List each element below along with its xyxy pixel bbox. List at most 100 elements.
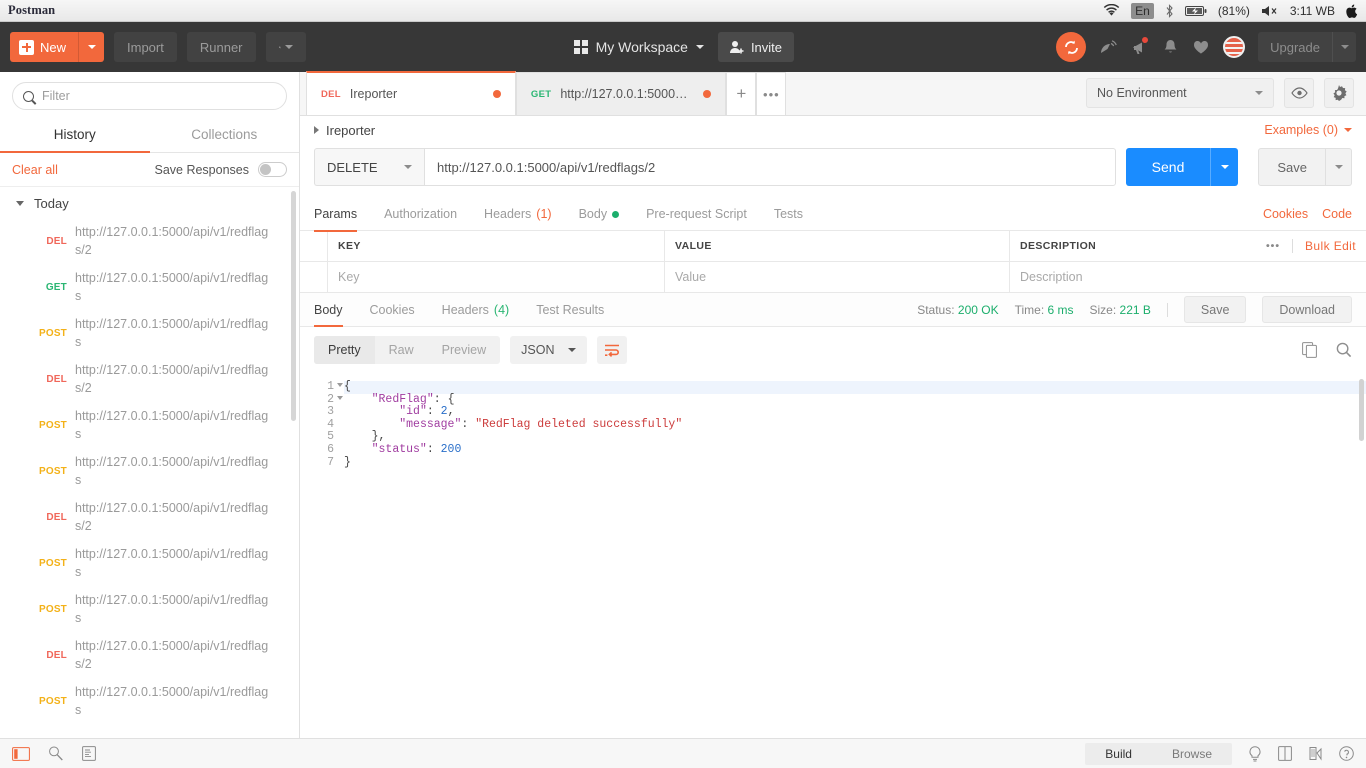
- apple-icon[interactable]: [1346, 4, 1358, 18]
- megaphone-icon[interactable]: [1130, 37, 1149, 57]
- param-description-input[interactable]: Description: [1010, 262, 1366, 292]
- help-icon[interactable]: [1339, 746, 1354, 761]
- sidebar-toggle-icon[interactable]: [12, 746, 30, 761]
- history-item[interactable]: DEL http://127.0.0.1:5000/api/v1/redflags…: [0, 356, 299, 402]
- response-format-select[interactable]: JSON: [510, 336, 588, 364]
- examples-dropdown[interactable]: Examples (0): [1264, 123, 1352, 137]
- response-tab-body[interactable]: Body: [314, 293, 343, 327]
- response-body-viewer[interactable]: 1234567 { "RedFlag": { "id": 2, "message…: [300, 373, 1366, 738]
- tab-collections[interactable]: Collections: [150, 118, 300, 152]
- wifi-icon[interactable]: [1103, 4, 1120, 17]
- url-input[interactable]: http://127.0.0.1:5000/api/v1/redflags/2: [424, 148, 1116, 186]
- bluetooth-icon[interactable]: [1165, 3, 1174, 18]
- import-button[interactable]: Import: [114, 32, 177, 62]
- params-more-options-icon[interactable]: •••: [1266, 240, 1280, 252]
- upgrade-dropdown-caret[interactable]: [1332, 32, 1356, 62]
- save-dropdown-caret[interactable]: [1326, 148, 1352, 186]
- keyboard-shortcut-icon[interactable]: [1308, 746, 1323, 761]
- save-responses-toggle[interactable]: [258, 162, 287, 177]
- two-pane-icon[interactable]: [1278, 746, 1292, 761]
- sync-icon[interactable]: [1056, 32, 1087, 62]
- workspace-selector[interactable]: My Workspace: [568, 32, 710, 62]
- environment-selector[interactable]: No Environment: [1086, 78, 1274, 108]
- response-scrollbar[interactable]: [1359, 379, 1364, 441]
- tab-history[interactable]: History: [0, 118, 150, 153]
- send-button[interactable]: Send: [1125, 148, 1211, 186]
- history-item[interactable]: DEL http://127.0.0.1:5000/api/v1/redflags…: [0, 632, 299, 678]
- new-window-button[interactable]: [265, 32, 306, 62]
- battery-icon[interactable]: [1184, 5, 1207, 17]
- word-wrap-button[interactable]: [597, 336, 628, 364]
- browse-tab[interactable]: Browse: [1152, 743, 1232, 765]
- avatar[interactable]: [1223, 36, 1246, 58]
- history-item[interactable]: POST http://127.0.0.1:5000/api/v1/redflag…: [0, 678, 299, 724]
- new-tab-button[interactable]: +: [726, 72, 757, 115]
- sidebar-scrollbar[interactable]: [291, 191, 296, 421]
- heart-icon[interactable]: [1192, 37, 1210, 57]
- history-item[interactable]: DEL http://127.0.0.1:5000/api/v1/redflags…: [0, 494, 299, 540]
- response-tab-cookies[interactable]: Cookies: [370, 293, 415, 326]
- fold-caret-icon[interactable]: [337, 383, 343, 387]
- view-mode-pretty[interactable]: Pretty: [314, 336, 375, 364]
- param-key-input[interactable]: Key: [328, 262, 665, 292]
- find-icon[interactable]: [48, 746, 64, 761]
- tab-params[interactable]: Params: [314, 198, 358, 232]
- history-item[interactable]: POST http://127.0.0.1:5000/api/v1/redflag…: [0, 402, 299, 448]
- request-tab-user[interactable]: GET http://127.0.0.1:5000/api/v1/user: [515, 72, 727, 115]
- build-tab[interactable]: Build: [1085, 743, 1152, 765]
- fold-caret-icon[interactable]: [337, 395, 343, 400]
- history-item[interactable]: POST http://127.0.0.1:5000/api/v1/redflag…: [0, 448, 299, 494]
- environment-quick-look-button[interactable]: [1284, 78, 1314, 108]
- chevron-right-icon[interactable]: [314, 126, 319, 134]
- new-button-label: New: [40, 39, 67, 55]
- search-input[interactable]: Filter: [12, 82, 287, 110]
- save-request-button[interactable]: Save: [1258, 148, 1326, 186]
- download-response-button[interactable]: Download: [1262, 296, 1352, 323]
- history-group-today[interactable]: Today: [0, 187, 299, 218]
- history-item[interactable]: POST http://127.0.0.1:5000/api/v1/redflag…: [0, 586, 299, 632]
- console-icon[interactable]: [82, 746, 96, 761]
- tab-tests[interactable]: Tests: [774, 198, 803, 231]
- search-icon[interactable]: [1336, 342, 1352, 358]
- clear-all-button[interactable]: Clear all: [12, 163, 58, 177]
- history-list[interactable]: Today DEL http://127.0.0.1:5000/api/v1/re…: [0, 187, 299, 738]
- send-dropdown-caret[interactable]: [1210, 148, 1239, 186]
- satellite-icon[interactable]: [1099, 37, 1117, 57]
- history-item[interactable]: POST http://127.0.0.1:5000/api/v1/redflag…: [0, 310, 299, 356]
- history-item-url: http://127.0.0.1:5000/api/v1/redflags: [75, 455, 269, 487]
- response-tab-headers[interactable]: Headers (4): [442, 293, 510, 326]
- settings-button[interactable]: [1324, 78, 1354, 108]
- tab-headers[interactable]: Headers (1): [484, 198, 552, 231]
- tab-authorization[interactable]: Authorization: [384, 198, 457, 231]
- cookies-link[interactable]: Cookies: [1263, 207, 1308, 221]
- save-response-button[interactable]: Save: [1183, 296, 1247, 323]
- bell-icon[interactable]: [1161, 37, 1179, 57]
- copy-icon[interactable]: [1302, 342, 1318, 358]
- history-item[interactable]: DEL http://127.0.0.1:5000/api/v1/redflags…: [0, 218, 299, 264]
- tab-body[interactable]: Body: [579, 198, 620, 231]
- tab-pre-request-script[interactable]: Pre-request Script: [646, 198, 747, 231]
- code-line: },: [371, 430, 386, 444]
- bulb-icon[interactable]: [1248, 745, 1262, 762]
- row-checkbox-cell[interactable]: [300, 262, 328, 292]
- view-mode-preview[interactable]: Preview: [428, 336, 500, 364]
- tab-options-button[interactable]: •••: [756, 72, 787, 115]
- history-item[interactable]: POST http://127.0.0.1:5000/api/v1/redflag…: [0, 540, 299, 586]
- upgrade-button[interactable]: Upgrade: [1258, 32, 1332, 62]
- clock-label[interactable]: 3:11 WB: [1290, 4, 1335, 18]
- response-body-code[interactable]: { "RedFlag": { "id": 2, "message": "RedF…: [338, 373, 1366, 738]
- code-link[interactable]: Code: [1322, 207, 1352, 221]
- new-dropdown-caret[interactable]: [78, 32, 104, 62]
- bulk-edit-button[interactable]: Bulk Edit: [1305, 239, 1356, 253]
- volume-muted-icon[interactable]: [1261, 5, 1279, 17]
- new-button[interactable]: New: [10, 32, 105, 62]
- param-value-input[interactable]: Value: [665, 262, 1010, 292]
- runner-button[interactable]: Runner: [186, 32, 256, 62]
- response-tab-test-results[interactable]: Test Results: [536, 293, 604, 326]
- history-item[interactable]: GET http://127.0.0.1:5000/api/v1/redflags: [0, 264, 299, 310]
- request-tab-ireporter[interactable]: DEL Ireporter: [306, 71, 516, 115]
- view-mode-raw[interactable]: Raw: [375, 336, 428, 364]
- invite-button[interactable]: Invite: [717, 32, 795, 62]
- keyboard-layout-badge[interactable]: En: [1131, 2, 1154, 19]
- http-method-select[interactable]: DELETE: [314, 148, 424, 186]
